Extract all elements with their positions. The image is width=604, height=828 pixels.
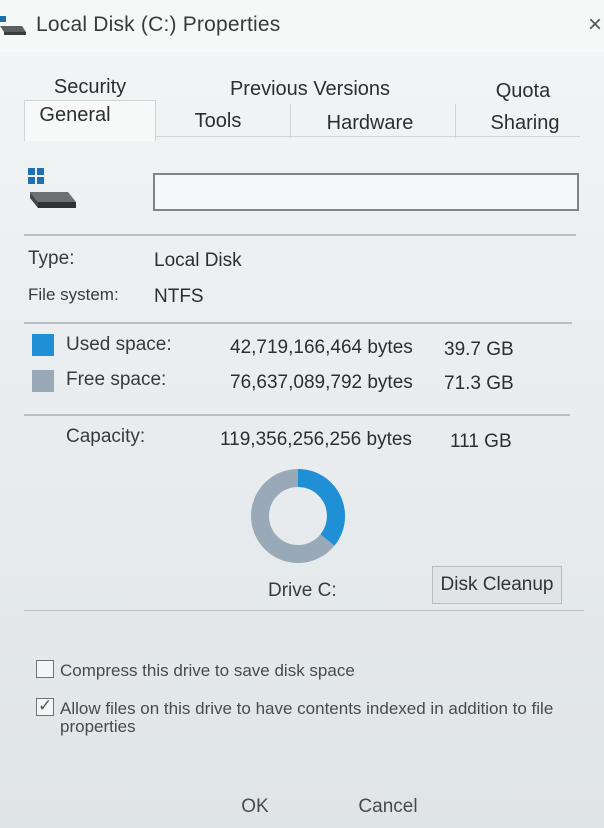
divider [24, 234, 576, 236]
drive-name-input[interactable] [153, 173, 579, 211]
used-space-bytes: 42,719,166,464 bytes [230, 337, 413, 358]
file-system-value: NTFS [154, 286, 204, 307]
used-space-human: 39.7 GB [444, 339, 514, 360]
tab-previous-versions[interactable]: Previous Versions [215, 74, 405, 104]
tab-tools[interactable]: Tools [168, 106, 268, 136]
tab-hardware[interactable]: Hardware [310, 108, 430, 138]
free-space-swatch [32, 370, 54, 392]
checkmark-icon: ✓ [38, 696, 53, 715]
divider [24, 414, 570, 416]
compress-label: Compress this drive to save disk space [60, 661, 355, 680]
disk-cleanup-button[interactable]: Disk Cleanup [432, 566, 562, 604]
type-label: Type: [28, 248, 75, 269]
file-system-label: File system: [28, 285, 119, 304]
free-space-bytes: 76,637,089,792 bytes [230, 372, 413, 393]
properties-window: Local Disk (C:) Properties × Security Pr… [0, 0, 604, 828]
used-space-swatch [32, 334, 54, 356]
free-space-label: Free space: [66, 369, 167, 390]
used-space-label: Used space: [66, 334, 172, 355]
cancel-button[interactable]: Cancel [348, 790, 428, 824]
type-value: Local Disk [154, 250, 242, 271]
compress-checkbox[interactable] [36, 660, 54, 678]
capacity-label: Capacity: [66, 426, 146, 447]
index-checkbox[interactable]: ✓ [36, 696, 54, 716]
ok-button[interactable]: OK [220, 790, 290, 824]
drive-icon [28, 168, 76, 208]
capacity-human: 111 GB [450, 431, 512, 452]
free-space-human: 71.3 GB [444, 373, 514, 394]
tab-quota[interactable]: Quota [478, 76, 568, 106]
index-label: Allow files on this drive to have conten… [60, 699, 554, 736]
divider [24, 322, 572, 324]
tab-general[interactable]: General [24, 100, 126, 130]
title-bar: Local Disk (C:) Properties × [0, 0, 604, 52]
tab-sharing[interactable]: Sharing [470, 108, 580, 138]
tab-security[interactable]: Security [40, 72, 140, 102]
drive-label: Drive C: [268, 580, 337, 601]
divider [24, 610, 584, 611]
capacity-bytes: 119,356,256,256 bytes [220, 429, 412, 450]
disk-usage-donut [251, 469, 345, 563]
drive-icon [0, 16, 26, 35]
window-title: Local Disk (C:) Properties [36, 13, 281, 36]
close-button[interactable]: × [584, 8, 604, 42]
